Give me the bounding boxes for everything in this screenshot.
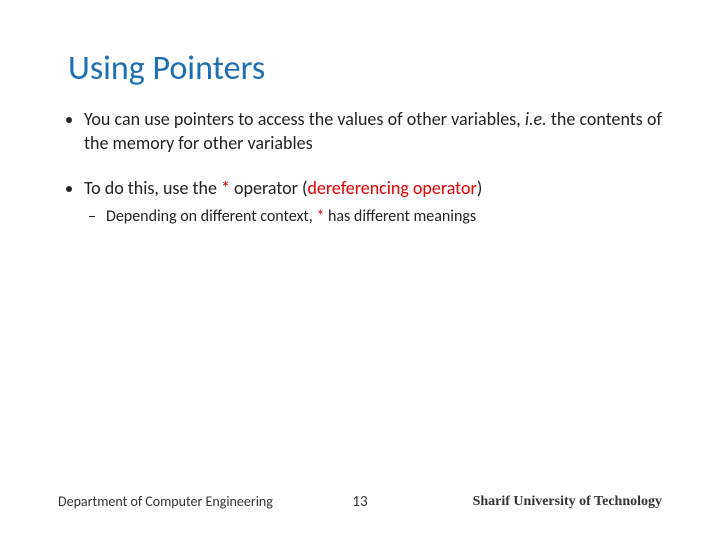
bullet-2-text-2: operator (: [230, 177, 307, 199]
footer-department: Department of Computer Engineering: [58, 493, 273, 510]
sub-bullet-1-text-1: Depending on different context,: [106, 207, 316, 226]
sub-bullet-list: Depending on different context, * has di…: [84, 206, 662, 228]
slide-title: Using Pointers: [68, 48, 662, 89]
footer: Department of Computer Engineering 13 Sh…: [0, 493, 720, 510]
footer-university: Sharif University of Technology: [473, 494, 662, 510]
bullet-1: You can use pointers to access the value…: [84, 107, 662, 156]
bullet-list: You can use pointers to access the value…: [58, 107, 662, 227]
sub-bullet-1-text-2: has different meanings: [324, 207, 476, 226]
bullet-2-star: *: [221, 177, 230, 199]
bullet-1-ie: i.e.: [525, 108, 547, 130]
bullet-2-text-3: ): [477, 177, 482, 199]
slide: Using Pointers You can use pointers to a…: [0, 0, 720, 540]
bullet-2-deref: dereferencing operator: [307, 177, 476, 199]
page-number: 13: [352, 493, 367, 511]
sub-bullet-1: Depending on different context, * has di…: [106, 206, 662, 228]
bullet-1-text-1: You can use pointers to access the value…: [84, 108, 525, 130]
bullet-2-text-1: To do this, use the: [84, 177, 221, 199]
bullet-2: To do this, use the * operator (derefere…: [84, 176, 662, 228]
